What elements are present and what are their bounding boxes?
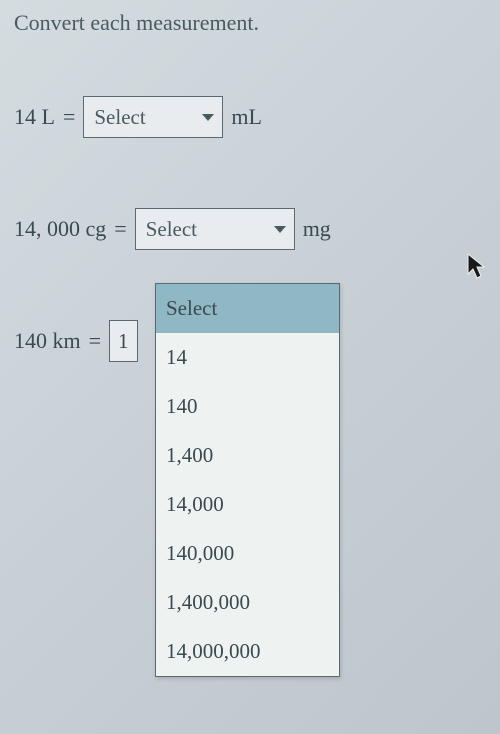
unit-label-1: mL bbox=[231, 104, 262, 130]
dropdown-option[interactable]: 14,000,000 bbox=[156, 627, 339, 676]
lhs-value-3: 140 km bbox=[14, 328, 81, 354]
instruction-text: Convert each measurement. bbox=[14, 10, 486, 36]
conversion-row-2: 14, 000 cg = Select mg bbox=[14, 208, 486, 250]
chevron-down-icon bbox=[272, 223, 288, 235]
dropdown-option[interactable]: 1,400 bbox=[156, 431, 339, 480]
chevron-down-icon bbox=[200, 111, 216, 123]
dropdown-option[interactable]: 1,400,000 bbox=[156, 578, 339, 627]
select-label-1: Select bbox=[94, 105, 145, 130]
dropdown-option[interactable]: 14 bbox=[156, 333, 339, 382]
dropdown-option[interactable]: Select bbox=[156, 284, 339, 333]
equals-sign-1: = bbox=[63, 104, 75, 130]
dropdown-option[interactable]: 140 bbox=[156, 382, 339, 431]
input-value-3: 1 bbox=[118, 329, 129, 354]
select-dropdown-1[interactable]: Select bbox=[83, 96, 223, 138]
lhs-value-2: 14, 000 cg bbox=[14, 216, 106, 242]
dropdown-option[interactable]: 140,000 bbox=[156, 529, 339, 578]
dropdown-option[interactable]: 14,000 bbox=[156, 480, 339, 529]
conversion-row-1: 14 L = Select mL bbox=[14, 96, 486, 138]
equals-sign-2: = bbox=[114, 216, 126, 242]
select-label-2: Select bbox=[146, 217, 197, 242]
dropdown-options-list[interactable]: Select 14 140 1,400 14,000 140,000 1,400… bbox=[155, 283, 340, 677]
equals-sign-3: = bbox=[89, 328, 101, 354]
unit-label-2: mg bbox=[303, 216, 331, 242]
lhs-value-1: 14 L bbox=[14, 104, 55, 130]
select-dropdown-2[interactable]: Select bbox=[135, 208, 295, 250]
cursor-icon bbox=[466, 252, 488, 287]
text-input-3[interactable]: 1 bbox=[109, 320, 138, 362]
